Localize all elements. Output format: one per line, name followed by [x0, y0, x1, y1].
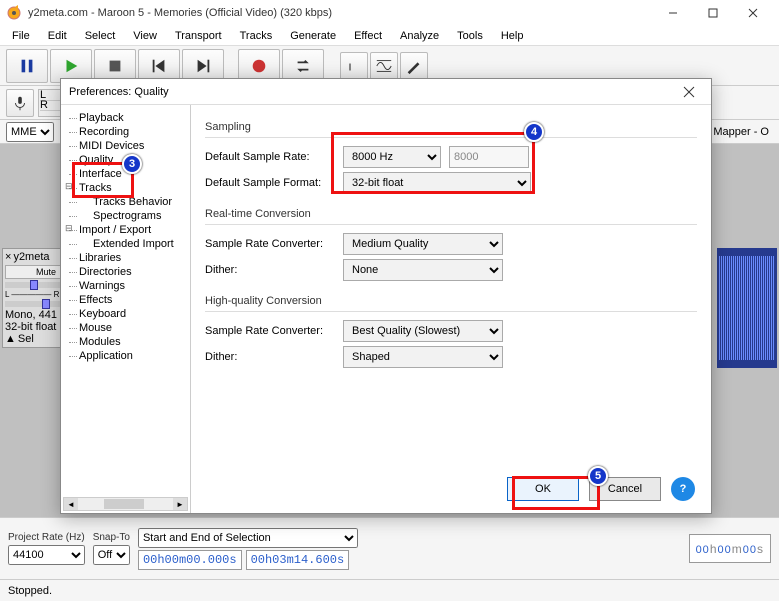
tree-spectrograms[interactable]: Spectrograms	[65, 209, 186, 223]
rt-converter-label: Sample Rate Converter:	[205, 238, 335, 250]
selection-start[interactable]: 00h00m00.000s	[138, 550, 242, 570]
sample-format-label: Default Sample Format:	[205, 177, 335, 189]
tree-quality[interactable]: Quality	[65, 153, 186, 167]
mic-icon[interactable]	[6, 89, 34, 117]
hq-converter-select[interactable]: Best Quality (Slowest)	[343, 320, 503, 342]
statusbar: Stopped.	[0, 579, 779, 601]
output-device-label: Mapper - O	[713, 126, 769, 138]
snap-label: Snap-To	[93, 532, 130, 543]
tree-extended-import[interactable]: Extended Import	[65, 237, 186, 251]
rt-dither-label: Dither:	[205, 264, 335, 276]
menu-effect[interactable]: Effect	[346, 28, 390, 44]
tree-hscroll[interactable]: ◄►	[63, 497, 188, 511]
tree-mouse[interactable]: Mouse	[65, 321, 186, 335]
tree-import-export[interactable]: Import / Export	[65, 223, 186, 237]
selection-mode-select[interactable]: Start and End of Selection	[138, 528, 358, 548]
titlebar: y2meta.com - Maroon 5 - Memories (Offici…	[0, 0, 779, 26]
window-title: y2meta.com - Maroon 5 - Memories (Offici…	[28, 7, 653, 19]
waveform[interactable]	[717, 248, 777, 368]
realtime-title: Real-time Conversion	[205, 208, 697, 220]
time-position[interactable]: 00h00m00s	[689, 534, 771, 563]
track-select[interactable]: Sel	[18, 333, 34, 345]
sample-rate-custom[interactable]	[449, 146, 529, 168]
audio-host-select[interactable]: MME	[6, 122, 54, 142]
menu-transport[interactable]: Transport	[167, 28, 230, 44]
svg-text:I: I	[349, 62, 352, 73]
tree-warnings[interactable]: Warnings	[65, 279, 186, 293]
preferences-dialog: Preferences: Quality Playback Recording …	[60, 78, 712, 514]
tree-application[interactable]: Application	[65, 349, 186, 363]
help-button[interactable]: ?	[671, 477, 695, 501]
status-text: Stopped.	[8, 585, 52, 597]
hq-converter-label: Sample Rate Converter:	[205, 325, 335, 337]
maximize-button[interactable]	[693, 0, 733, 26]
tree-tracks-behavior[interactable]: Tracks Behavior	[65, 195, 186, 209]
rt-converter-select[interactable]: Medium Quality	[343, 233, 503, 255]
minimize-button[interactable]	[653, 0, 693, 26]
menu-file[interactable]: File	[4, 28, 38, 44]
project-rate-select[interactable]: 44100	[8, 545, 85, 565]
menu-analyze[interactable]: Analyze	[392, 28, 447, 44]
hq-dither-select[interactable]: Shaped	[343, 346, 503, 368]
menu-edit[interactable]: Edit	[40, 28, 75, 44]
tree-midi[interactable]: MIDI Devices	[65, 139, 186, 153]
close-button[interactable]	[733, 0, 773, 26]
menu-tools[interactable]: Tools	[449, 28, 491, 44]
dialog-titlebar: Preferences: Quality	[61, 79, 711, 105]
hq-title: High-quality Conversion	[205, 295, 697, 307]
selection-end[interactable]: 00h03m14.600s	[246, 550, 350, 570]
sampling-title: Sampling	[205, 121, 697, 133]
tree-tracks[interactable]: Tracks	[65, 181, 186, 195]
menu-help[interactable]: Help	[493, 28, 532, 44]
menu-generate[interactable]: Generate	[282, 28, 344, 44]
sample-rate-label: Default Sample Rate:	[205, 151, 335, 163]
tree-recording[interactable]: Recording	[65, 125, 186, 139]
project-rate-label: Project Rate (Hz)	[8, 532, 85, 543]
tree-keyboard[interactable]: Keyboard	[65, 307, 186, 321]
preferences-tree[interactable]: Playback Recording MIDI Devices Quality …	[61, 105, 191, 513]
tree-interface[interactable]: Interface	[65, 167, 186, 181]
ok-button[interactable]: OK	[507, 477, 579, 501]
draw-tool-button[interactable]	[400, 52, 428, 80]
cancel-button[interactable]: Cancel	[589, 477, 661, 501]
dialog-title: Preferences: Quality	[69, 86, 675, 98]
rt-dither-select[interactable]: None	[343, 259, 503, 281]
menu-tracks[interactable]: Tracks	[232, 28, 281, 44]
dialog-close-button[interactable]	[675, 81, 703, 103]
pause-button[interactable]	[6, 49, 48, 83]
tree-modules[interactable]: Modules	[65, 335, 186, 349]
menu-select[interactable]: Select	[77, 28, 124, 44]
preferences-pane: Sampling Default Sample Rate: 8000 Hz De…	[191, 105, 711, 513]
sample-rate-select[interactable]: 8000 Hz	[343, 146, 441, 168]
app-icon	[6, 5, 22, 21]
tree-libraries[interactable]: Libraries	[65, 251, 186, 265]
selection-tool-button[interactable]: I	[340, 52, 368, 80]
track-name: y2meta	[13, 251, 49, 264]
menubar: File Edit Select View Transport Tracks G…	[0, 26, 779, 46]
menu-view[interactable]: View	[125, 28, 165, 44]
envelope-tool-button[interactable]	[370, 52, 398, 80]
selection-toolbar: Project Rate (Hz) 44100 Snap-To Off Star…	[0, 517, 779, 579]
hq-dither-label: Dither:	[205, 351, 335, 363]
sample-format-select[interactable]: 32-bit float	[343, 172, 531, 194]
tree-directories[interactable]: Directories	[65, 265, 186, 279]
tree-effects[interactable]: Effects	[65, 293, 186, 307]
snap-select[interactable]: Off	[93, 545, 130, 565]
tree-playback[interactable]: Playback	[65, 111, 186, 125]
